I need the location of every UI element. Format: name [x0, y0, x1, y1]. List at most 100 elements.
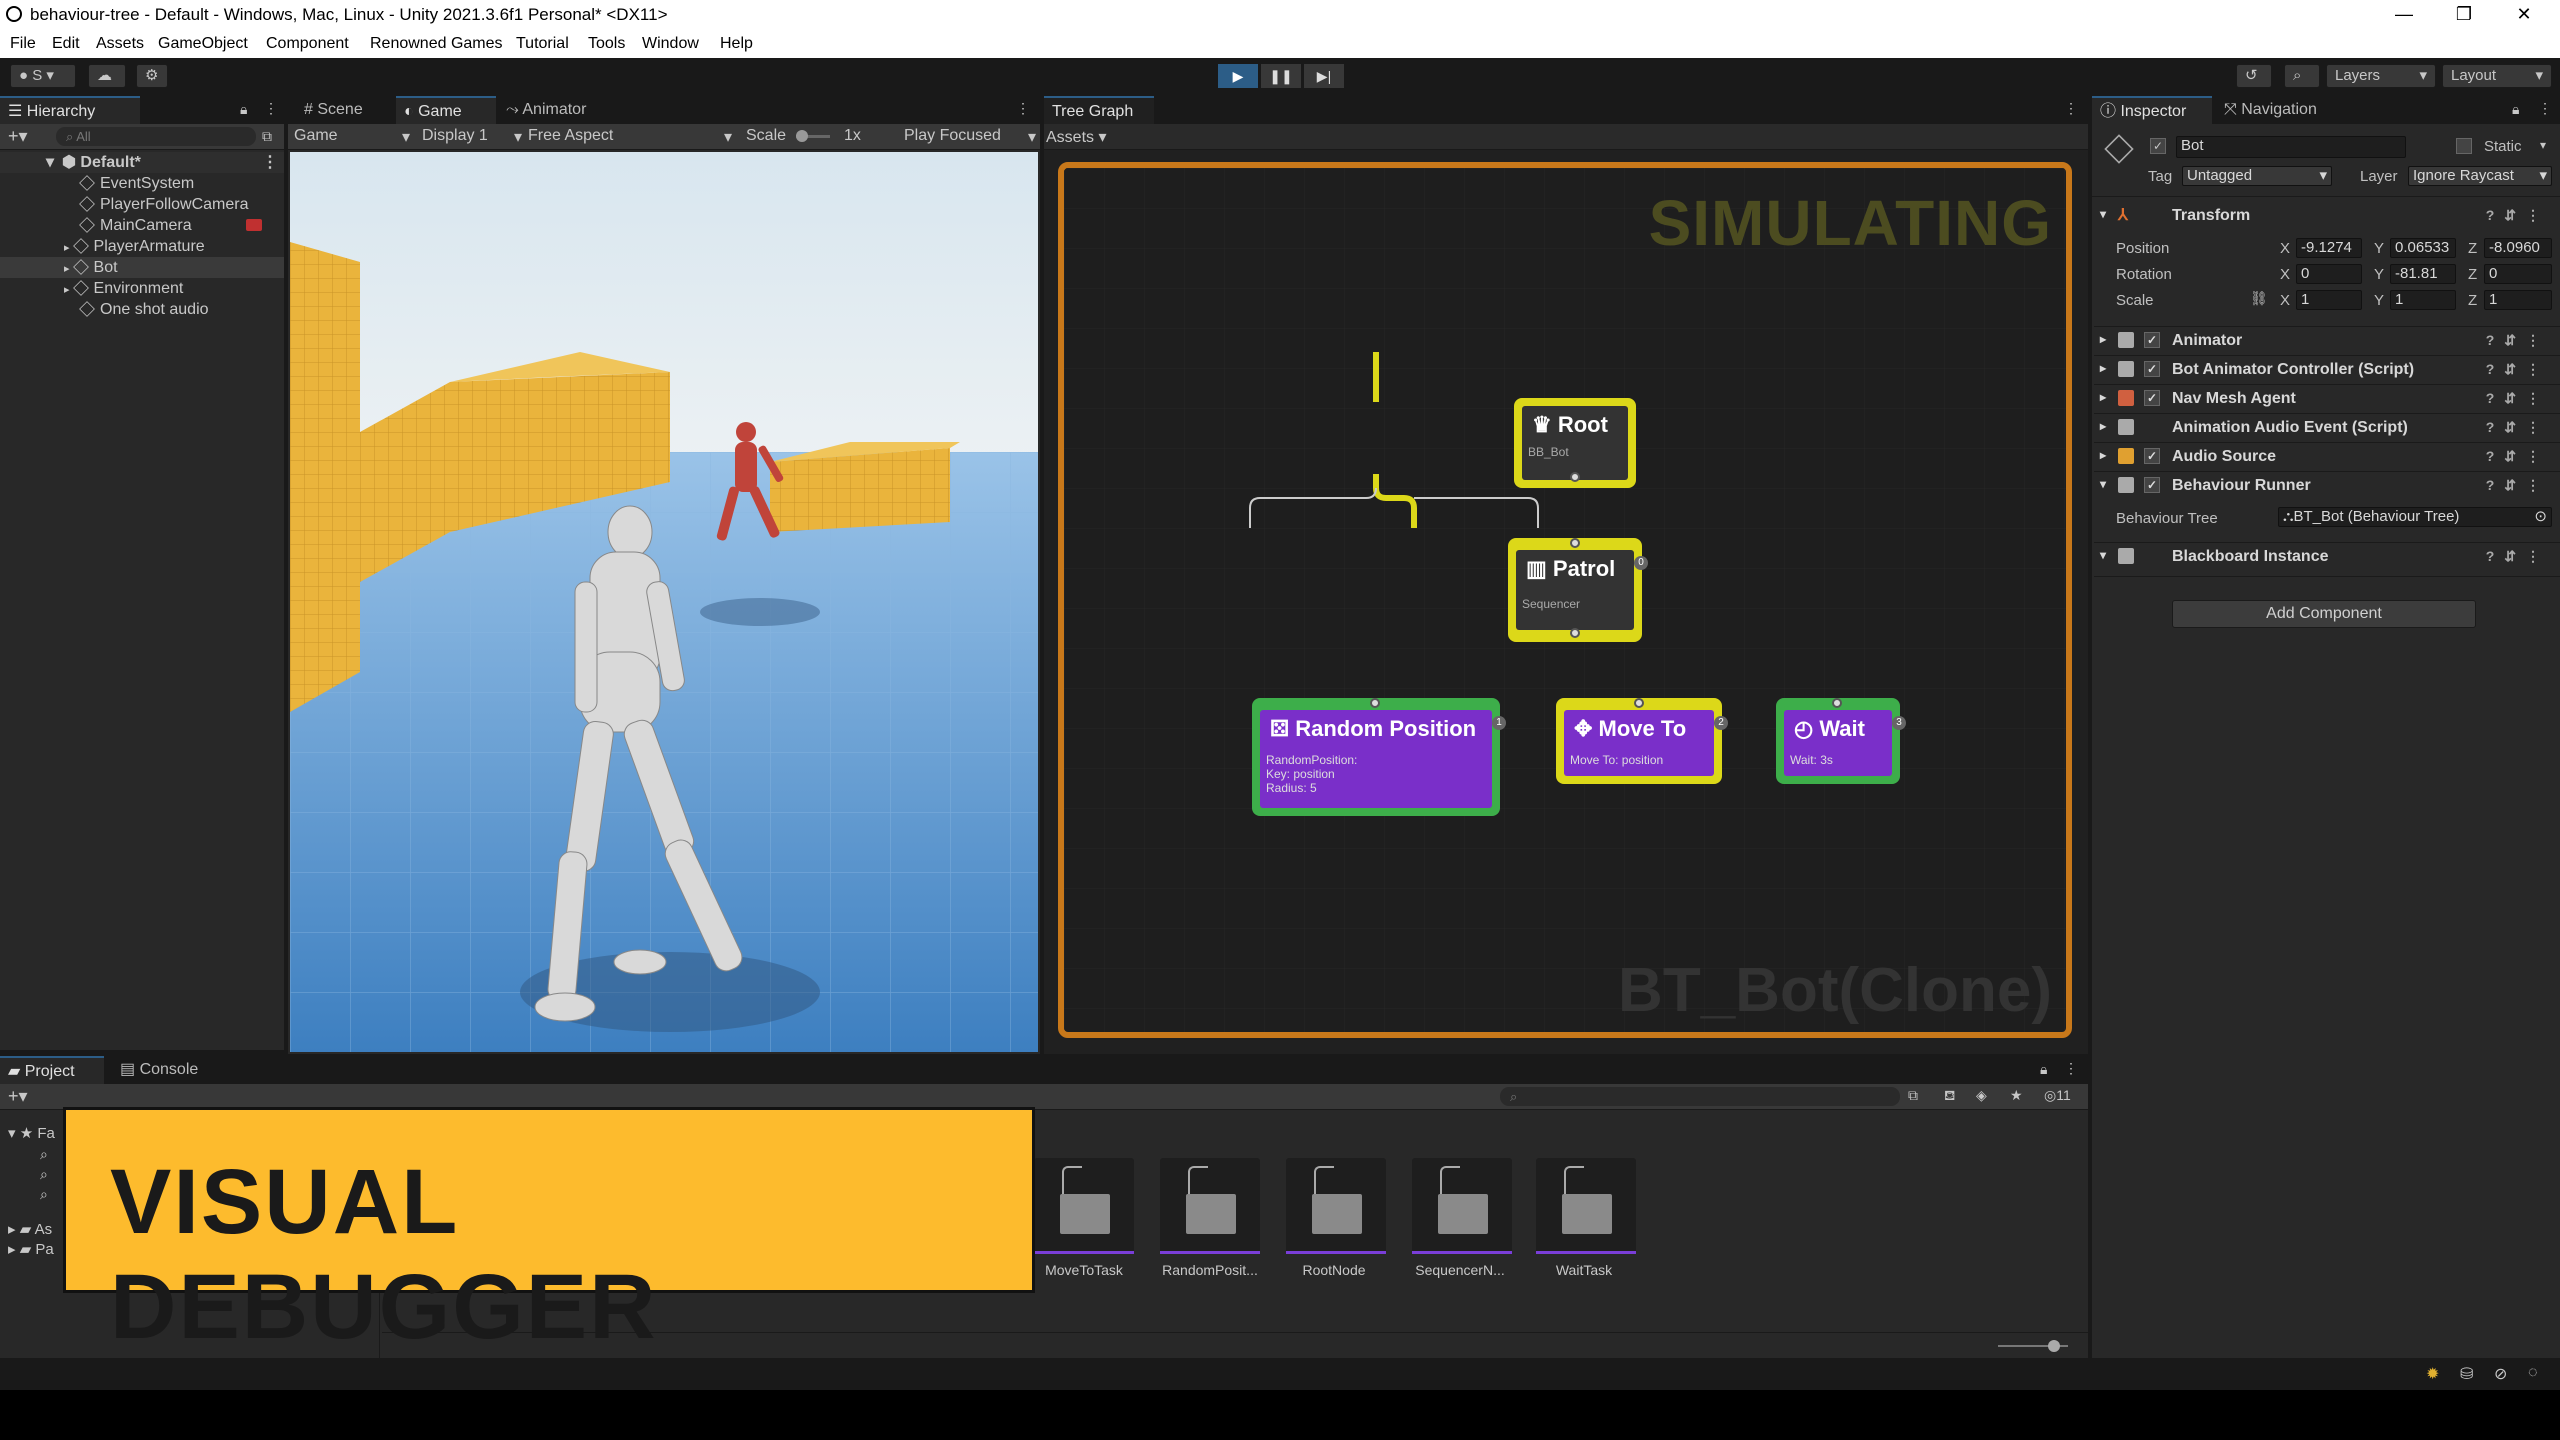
output-port[interactable] — [1570, 628, 1580, 638]
history-button[interactable]: ↺ — [2236, 64, 2272, 88]
tab-tree-graph[interactable]: Tree Graph — [1044, 96, 1154, 124]
menu-assets[interactable]: Assets — [96, 35, 144, 53]
rotation-y-field[interactable]: -81.81 — [2390, 264, 2456, 284]
slider-thumb[interactable] — [796, 130, 808, 142]
panel-menu-icon[interactable]: ⋮ — [1016, 100, 1030, 117]
add-component-button[interactable]: Add Component — [2172, 600, 2476, 628]
blackboard-instance-component[interactable]: ▾ Blackboard Instance ?⇵⋮ — [2094, 542, 2560, 570]
foldout-arrow-icon[interactable]: ▾ — [2100, 548, 2106, 562]
collab-button[interactable]: ⚙ — [136, 64, 168, 88]
hierarchy-item[interactable]: ▸ Environment — [64, 278, 183, 299]
hierarchy-item[interactable]: One shot audio — [79, 299, 209, 320]
hierarchy-item[interactable]: PlayerFollowCamera — [79, 194, 249, 215]
menu-help[interactable]: Help — [720, 35, 753, 53]
rotation-z-field[interactable]: 0 — [2484, 264, 2552, 284]
progress-icon[interactable]: ◌ — [2528, 1364, 2538, 1382]
lock-icon[interactable]: 🔒︎ — [240, 101, 247, 118]
cache-icon[interactable]: ⛁ — [2460, 1364, 2473, 1384]
tab-navigation[interactable]: ⤧ Navigation — [2216, 96, 2346, 124]
tag-dropdown[interactable]: Untagged ▾ — [2182, 166, 2332, 186]
patrol-node[interactable]: ▥ Patrol Sequencer 0 — [1508, 538, 1648, 642]
audio-source-component[interactable]: ▸ ✓ Audio Source ?⇵⋮ — [2094, 442, 2560, 470]
add-icon[interactable]: +▾ — [8, 126, 28, 147]
layers-dropdown[interactable]: Layers ▾ — [2326, 64, 2436, 88]
search-button[interactable]: ⌕ — [2284, 64, 2320, 88]
active-checkbox[interactable]: ✓ — [2150, 138, 2166, 154]
component-controls[interactable]: ?⇵⋮ — [2486, 477, 2550, 494]
scene-menu-icon[interactable]: ⋮ — [262, 152, 278, 173]
play-button[interactable]: ▶ — [1218, 64, 1258, 88]
layout-dropdown[interactable]: Layout ▾ — [2442, 64, 2552, 88]
output-port[interactable] — [1570, 472, 1580, 482]
pause-button[interactable]: ❚❚ — [1261, 64, 1301, 88]
menu-component[interactable]: Component — [266, 35, 349, 53]
scale-z-field[interactable]: 1 — [2484, 290, 2552, 310]
restore-icon[interactable]: ❐ — [2434, 0, 2494, 30]
game-viewport[interactable] — [290, 152, 1038, 1052]
assets-folder-item[interactable]: ▸ ▰ As — [8, 1220, 52, 1238]
aspect-dropdown[interactable]: Free Aspect ▾ — [528, 127, 732, 147]
cloud-button[interactable]: ☁ — [88, 64, 126, 88]
behaviour-tree-field[interactable]: ⛬BT_Bot (Behaviour Tree) ⊙ — [2278, 507, 2552, 527]
component-controls[interactable]: ?⇵⋮ — [2486, 419, 2550, 436]
static-checkbox[interactable] — [2456, 138, 2472, 154]
asset-tile-movetotask[interactable] — [1034, 1158, 1134, 1254]
asset-tile-waittask[interactable] — [1536, 1158, 1636, 1254]
random-position-node[interactable]: ⚄ Random Position RandomPosition: Key: p… — [1252, 698, 1506, 816]
tag-filter-icon[interactable]: ◈ — [1976, 1087, 1987, 1104]
scene-visibility-icon[interactable]: ⧉ — [262, 128, 272, 145]
menu-tools[interactable]: Tools — [588, 35, 625, 53]
position-x-field[interactable]: -9.1274 — [2296, 238, 2362, 258]
menu-tutorial[interactable]: Tutorial — [516, 35, 569, 53]
position-z-field[interactable]: -8.0960 — [2484, 238, 2552, 258]
minimize-icon[interactable]: — — [2374, 0, 2434, 30]
scale-y-field[interactable]: 1 — [2390, 290, 2456, 310]
bot-animator-controller-component[interactable]: ▸ ✓ Bot Animator Controller (Script) ?⇵⋮ — [2094, 355, 2560, 383]
scale-x-field[interactable]: 1 — [2296, 290, 2362, 310]
favorites-item[interactable]: ▾ ★ Fa — [8, 1124, 55, 1142]
panel-menu-icon[interactable]: ⋮ — [2538, 100, 2552, 117]
panel-menu-icon[interactable]: ⋮ — [264, 100, 278, 117]
play-focused-dropdown[interactable]: Play Focused ▾ — [904, 127, 1036, 147]
move-to-node[interactable]: ✥ Move To Move To: position 2 — [1556, 698, 1728, 784]
asset-tile-randomposition[interactable] — [1160, 1158, 1260, 1254]
expand-arrow-icon[interactable]: ▾ — [46, 152, 54, 173]
tab-console[interactable]: ▤ Console — [112, 1056, 222, 1084]
graph-canvas[interactable]: SIMULATING BT_Bot(Clone) ♛ Root BB_Bot ▥… — [1058, 162, 2072, 1038]
animator-component[interactable]: ▸ ✓ Animator ?⇵⋮ — [2094, 326, 2560, 354]
hierarchy-item[interactable]: EventSystem — [79, 173, 194, 194]
root-node[interactable]: ♛ Root BB_Bot — [1514, 398, 1636, 488]
expand-arrow-icon[interactable]: ▸ — [64, 263, 70, 275]
favorite-icon[interactable]: ★ — [2010, 1087, 2023, 1104]
project-search-input[interactable]: ⌕ — [1500, 1087, 1900, 1106]
hierarchy-item[interactable]: MainCamera — [79, 215, 270, 236]
menu-window[interactable]: Window — [642, 35, 699, 53]
foldout-arrow-icon[interactable]: ▸ — [2100, 361, 2106, 375]
tab-hierarchy[interactable]: ☰ Hierarchy — [0, 96, 140, 124]
account-dropdown[interactable]: ● S ▾ — [10, 64, 76, 88]
static-dropdown-icon[interactable]: ▾ — [2540, 138, 2546, 152]
foldout-arrow-icon[interactable]: ▸ — [2100, 448, 2106, 462]
constrain-proportions-icon[interactable]: ⛓ — [2250, 290, 2268, 307]
add-icon[interactable]: +▾ — [8, 1086, 28, 1107]
asset-tile-sequencernode[interactable] — [1412, 1158, 1512, 1254]
animation-audio-event-component[interactable]: ▸ Animation Audio Event (Script) ?⇵⋮ — [2094, 413, 2560, 441]
lock-icon[interactable]: 🔒︎ — [2040, 1061, 2047, 1078]
enabled-checkbox[interactable]: ✓ — [2144, 361, 2160, 377]
component-controls[interactable]: ?⇵⋮ — [2486, 332, 2550, 349]
transform-component-header[interactable]: ▾ ⅄ Transform ?⇵⋮ — [2094, 202, 2560, 230]
foldout-arrow-icon[interactable]: ▾ — [2100, 207, 2106, 221]
tab-game[interactable]: ◐ Game — [396, 96, 496, 124]
tab-inspector[interactable]: ⓘ Inspector — [2092, 96, 2212, 124]
lock-icon[interactable]: 🔒︎ — [2512, 101, 2519, 118]
input-port[interactable] — [1832, 698, 1842, 708]
expand-arrow-icon[interactable]: ▸ — [64, 242, 70, 254]
menu-gameobject[interactable]: GameObject — [158, 35, 248, 53]
network-icon[interactable]: ⊘ — [2494, 1364, 2507, 1384]
search-by-label-icon[interactable]: ⛾ — [1944, 1087, 1955, 1106]
foldout-arrow-icon[interactable]: ▸ — [2100, 419, 2106, 433]
enabled-checkbox[interactable]: ✓ — [2144, 332, 2160, 348]
search-by-type-icon[interactable]: ⧉ — [1908, 1087, 1918, 1104]
game-mode-dropdown[interactable]: Game ▾ — [294, 127, 410, 147]
menu-renowned-games[interactable]: Renowned Games — [370, 35, 503, 53]
